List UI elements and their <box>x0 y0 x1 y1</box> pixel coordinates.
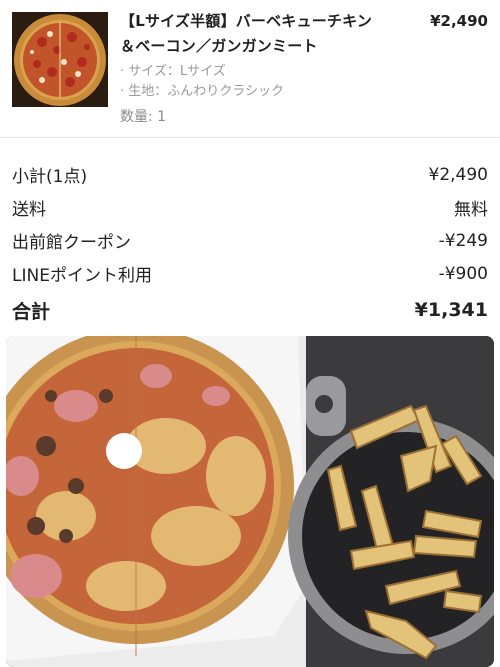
coupon-row: 出前館クーポン -¥249 <box>12 224 488 257</box>
subtotal-value: ¥2,490 <box>428 164 488 185</box>
subtotal-label: 小計(1点) <box>12 167 88 187</box>
total-label: 合計 <box>12 300 51 323</box>
total-value: ¥1,341 <box>414 299 488 321</box>
item-option-size: · サイズ：Lサイズ <box>120 64 226 79</box>
item-price: ¥2,490 <box>430 12 488 30</box>
shipping-row: 送料 無料 <box>12 191 488 224</box>
divider <box>0 137 500 138</box>
price-summary: 小計(1点) ¥2,490 送料 無料 出前館クーポン -¥249 LINEポイ… <box>12 158 488 330</box>
total-row: 合計 ¥1,341 <box>12 290 488 330</box>
points-label: LINEポイント利用 <box>12 266 152 286</box>
order-item: 【Lサイズ半額】バーベキューチキン＆ベーコン／ガンガンミート ¥2,490 · … <box>0 0 500 135</box>
points-value: -¥900 <box>438 263 488 284</box>
coupon-label: 出前館クーポン <box>12 233 131 253</box>
shipping-value: 無料 <box>454 200 488 220</box>
coupon-value: -¥249 <box>438 230 488 251</box>
points-row: LINEポイント利用 -¥900 <box>12 257 488 290</box>
shipping-label: 送料 <box>12 200 46 220</box>
item-quantity: 数量: 1 <box>120 109 167 125</box>
subtotal-row: 小計(1点) ¥2,490 <box>12 158 488 191</box>
pizza-and-potato-photo-icon <box>6 336 494 667</box>
item-title: 【Lサイズ半額】バーベキューチキン＆ベーコン／ガンガンミート <box>120 12 373 55</box>
pizza-thumbnail-icon <box>12 12 108 107</box>
item-option-crust: · 生地：ふんわりクラシック <box>120 84 285 99</box>
